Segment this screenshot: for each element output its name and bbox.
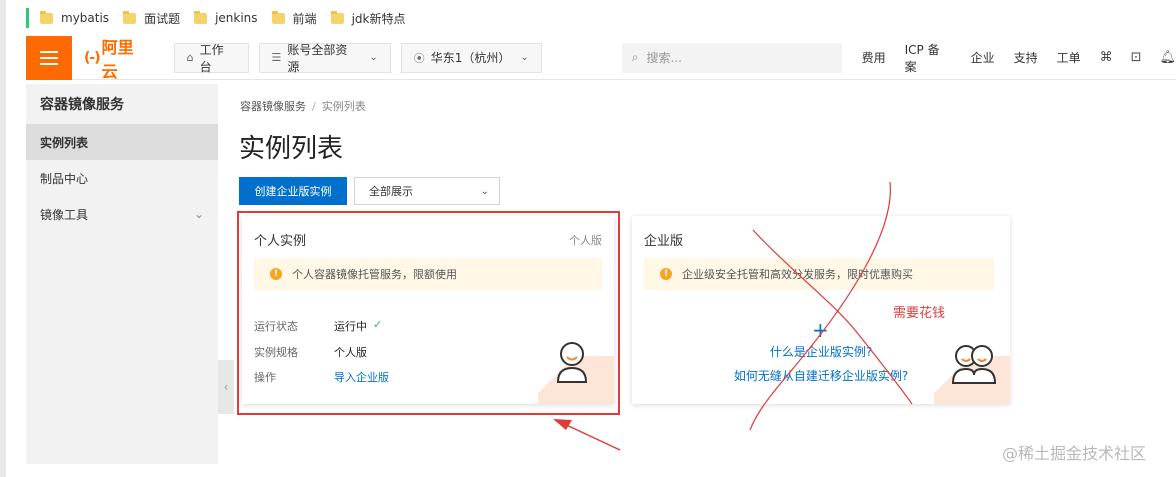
location-pin-icon: ⦿ — [413, 51, 425, 65]
group-avatar-icon — [951, 345, 997, 384]
folder-icon — [40, 10, 53, 24]
watermark: @稀土掘金技术社区 — [1002, 444, 1147, 463]
breadcrumb: 容器镜像服务 / 实例列表 — [240, 100, 366, 113]
bookmark-frontend[interactable]: 前端 — [271, 10, 317, 27]
sidebar-title: 容器镜像服务 — [40, 97, 124, 113]
plus-icon[interactable]: + — [812, 318, 829, 342]
search-input[interactable]: ⌕ 搜索... — [621, 42, 842, 73]
folder-icon — [271, 10, 285, 24]
chevron-down-icon: ⌄ — [193, 207, 204, 221]
nav-link-support[interactable]: 支持 — [1014, 49, 1038, 66]
bookmarks-bar: mybatis 面试题 jenkins 前端 jdk新特点 — [6, 0, 1176, 36]
sidebar: 容器镜像服务 实例列表 制品中心 镜像工具 ⌄ — [26, 84, 218, 464]
nav-link-enterprise[interactable]: 企业 — [971, 49, 995, 66]
server-icon: ☰ — [271, 51, 282, 64]
bookmark-interview[interactable]: 面试题 — [123, 10, 180, 27]
page-title: 实例列表 — [239, 134, 344, 164]
bookmark-jenkins[interactable]: jenkins — [194, 10, 258, 25]
breadcrumb-service[interactable]: 容器镜像服务 — [240, 100, 306, 113]
chevron-down-icon: ⌄ — [369, 52, 378, 63]
chevron-left-icon: ‹ — [223, 380, 229, 394]
sidebar-item-artifacts[interactable]: 制品中心 — [26, 160, 218, 196]
window-left-edge — [0, 0, 6, 477]
sidebar-collapse-button[interactable]: ‹ — [218, 360, 234, 414]
bell-icon[interactable]: 🔔︎ — [1159, 50, 1176, 65]
sidebar-item-instances[interactable]: 实例列表 — [26, 124, 218, 160]
notice-banner: ! 企业级安全托管和高效分发服务，限时优惠购买 — [644, 258, 994, 290]
home-icon: ⌂ — [186, 51, 194, 64]
aliyun-logo[interactable]: (-) 阿里云 — [84, 34, 150, 82]
nav-links: 费用 ICP 备案 企业 支持 工单 — [862, 41, 1100, 75]
region-dropdown[interactable]: ⦿ 华东1（杭州） ⌄ — [400, 42, 542, 73]
bookmark-jdk[interactable]: jdk新特点 — [330, 10, 405, 27]
instance-filter-select[interactable]: 全部展示 ⌄ — [354, 177, 500, 205]
chevron-down-icon: ⌄ — [480, 186, 489, 197]
annotation-text: 需要花钱 — [893, 306, 946, 321]
bookmark-mybatis[interactable]: mybatis — [40, 10, 109, 25]
top-navigation: (-) 阿里云 ⌂ 工作台 ☰ 账号全部资源 ⌄ ⦿ 华东1（杭州） ⌄ ⌕ 搜… — [26, 34, 1176, 82]
highlight-box — [237, 211, 620, 415]
resources-dropdown[interactable]: ☰ 账号全部资源 ⌄ — [258, 42, 391, 74]
cloud-shell-icon[interactable]: ⌘ — [1100, 50, 1113, 65]
breadcrumb-current: 实例列表 — [321, 100, 366, 113]
nav-icons: ⌘ ⊡ 🔔︎ — [1100, 50, 1176, 65]
workbench-button[interactable]: ⌂ 工作台 — [173, 42, 249, 74]
folder-icon — [194, 10, 208, 24]
enterprise-instance-card[interactable]: 企业版 ! 企业级安全托管和高效分发服务，限时优惠购买 + 什么是企业版实例? … — [632, 216, 1010, 404]
terminal-icon[interactable]: ⊡ — [1131, 50, 1142, 65]
chevron-down-icon: ⌄ — [520, 52, 529, 63]
card-title: 企业版 — [644, 234, 684, 249]
hamburger-menu-button[interactable] — [26, 35, 72, 80]
nav-link-ticket[interactable]: 工单 — [1057, 49, 1081, 66]
search-icon: ⌕ — [631, 50, 639, 64]
nav-link-cost[interactable]: 费用 — [862, 49, 886, 66]
create-enterprise-instance-button[interactable]: 创建企业版实例 — [239, 177, 347, 205]
folder-icon — [330, 10, 344, 24]
aliyun-logo-icon: (-) — [83, 49, 101, 66]
folder-icon — [123, 10, 137, 24]
warning-icon: ! — [660, 268, 672, 280]
sidebar-item-image-tools[interactable]: 镜像工具 ⌄ — [26, 196, 218, 232]
bookmark-accent — [26, 8, 29, 28]
nav-link-icp[interactable]: ICP 备案 — [905, 41, 952, 75]
